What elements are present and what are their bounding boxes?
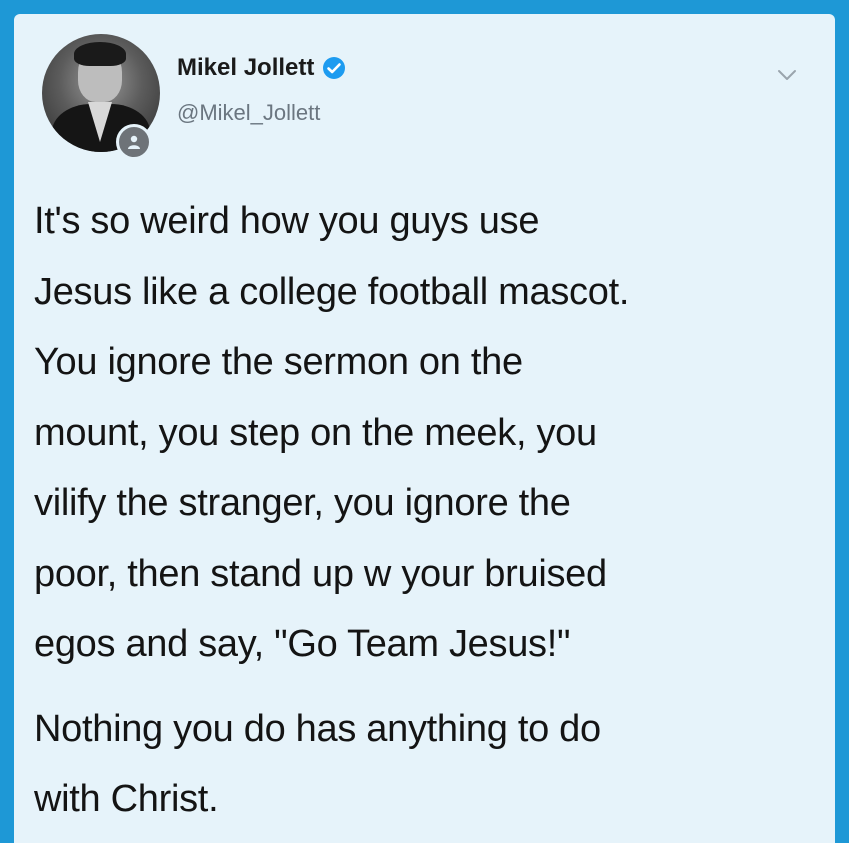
chevron-down-icon[interactable] [776, 68, 798, 82]
tweet-line: with Christ. [34, 778, 219, 820]
screenshot-frame: Mikel Jollett @Mikel_Jollett It's so wei… [0, 0, 849, 843]
tweet-line: It's so weird how you guys use [34, 200, 540, 242]
author-name-row[interactable]: Mikel Jollett [177, 54, 346, 82]
person-badge-icon [116, 124, 152, 160]
verified-badge-icon [323, 57, 346, 79]
tweet-line: Jesus like a college football mascot. [34, 270, 630, 313]
tweet-line: egos and say, "Go Team Jesus!" [34, 623, 571, 665]
tweet-line: vilify the stranger, you ignore the [34, 482, 571, 524]
author-name[interactable]: Mikel Jollett [177, 54, 314, 82]
tweet-line: mount, you step on the meek, you [34, 411, 597, 454]
tweet-line: Nothing you do has anything to do [34, 707, 601, 750]
tweet-line: poor, then stand up w your bruised [34, 552, 607, 595]
author-handle[interactable]: @Mikel_Jollett [177, 100, 320, 126]
avatar-hair [74, 42, 126, 66]
tweet-body: It's so weird how you guys use Jesus lik… [34, 186, 824, 835]
tweet-line: You ignore the sermon on the [34, 341, 523, 383]
tweet-card[interactable]: Mikel Jollett @Mikel_Jollett It's so wei… [14, 14, 835, 843]
